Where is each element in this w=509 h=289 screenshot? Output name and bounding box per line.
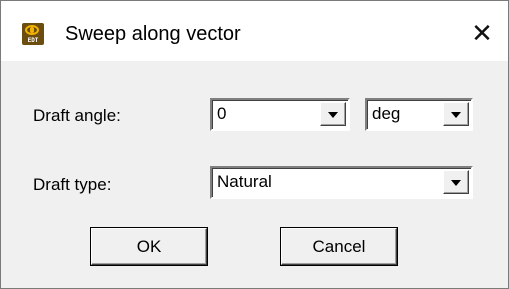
angle-unit-dropdown-button[interactable] (443, 102, 469, 126)
icon-text: EDT (27, 37, 39, 44)
dialog-title: Sweep along vector (65, 23, 241, 45)
draft-type-dropdown-button[interactable] (443, 170, 469, 194)
draft-type-label: Draft type: (33, 175, 112, 194)
chevron-down-icon (451, 112, 461, 118)
draft-angle-combo[interactable]: 0 (210, 98, 350, 131)
draft-type-combo[interactable]: Natural (210, 166, 473, 199)
angle-unit-value: deg (372, 104, 401, 123)
cancel-button[interactable]: Cancel (281, 228, 397, 265)
title-bar: EDT Sweep along vector ✕ (1, 1, 508, 61)
edt-app-icon: EDT (22, 23, 44, 45)
chevron-down-icon (451, 180, 461, 186)
draft-type-value: Natural (217, 172, 272, 191)
draft-angle-value: 0 (217, 104, 227, 123)
angle-unit-combo[interactable]: deg (365, 98, 473, 131)
sweep-dialog: EDT Sweep along vector ✕ Draft angle: 0 … (0, 0, 509, 289)
close-button[interactable]: ✕ (462, 17, 502, 51)
draft-angle-dropdown-button[interactable] (320, 102, 346, 126)
close-icon: ✕ (471, 19, 493, 49)
draft-angle-label: Draft angle: (33, 106, 121, 125)
chevron-down-icon (328, 112, 338, 118)
ok-button[interactable]: OK (91, 228, 207, 265)
icon-ring-dot (30, 27, 34, 33)
